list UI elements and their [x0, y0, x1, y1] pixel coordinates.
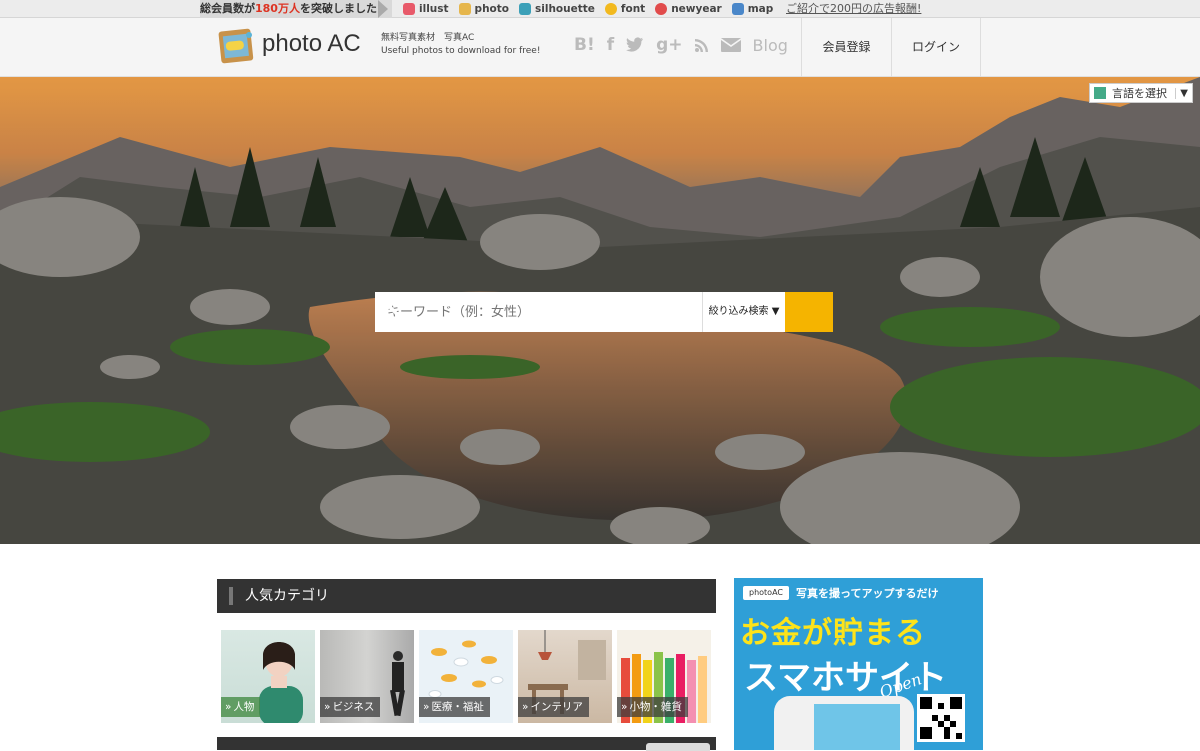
- top-promo-bar: 総会員数が180万人を突破しました! illust photo silhouet…: [0, 0, 1200, 18]
- site-logo-text[interactable]: photo AC: [262, 30, 361, 58]
- category-goods[interactable]: » 小物・雑貨: [617, 630, 711, 723]
- category-label: » 小物・雑貨: [617, 697, 688, 717]
- search-icon: [377, 294, 398, 315]
- category-label: » インテリア: [518, 697, 589, 717]
- login-button[interactable]: ログイン: [891, 18, 981, 77]
- font-icon: [604, 3, 617, 15]
- arrow-divider: [378, 0, 388, 18]
- qr-code-pattern: [920, 697, 962, 739]
- member-count-suffix: を突破しました!: [299, 2, 382, 15]
- google-plus-icon[interactable]: g+: [656, 35, 682, 55]
- site-link-map[interactable]: map: [727, 0, 779, 18]
- search-button[interactable]: [377, 292, 833, 332]
- search-input[interactable]: [375, 292, 702, 332]
- site-header: photo AC 無料写真素材 写真AC Useful photos to do…: [0, 18, 1200, 77]
- site-link-font[interactable]: font: [600, 0, 650, 18]
- category-interior[interactable]: » インテリア: [518, 630, 612, 723]
- language-label: 言語を選択: [1112, 87, 1167, 100]
- search-bar: 絞り込み検索 ▼: [375, 292, 833, 332]
- language-selector[interactable]: 言語を選択 ▼: [1089, 83, 1193, 103]
- social-links: B! f g+ Blog: [574, 35, 788, 55]
- google-translate-icon: [1094, 87, 1106, 99]
- category-label-text: 人物: [233, 701, 255, 713]
- category-label-text: ビジネス: [332, 701, 375, 713]
- category-grid: » 人物 » ビジネス » 医療・福祉 » インテリア » 小物・雑貨: [221, 630, 711, 723]
- tagline-en: Useful photos to download for free!: [381, 46, 541, 56]
- facebook-icon[interactable]: f: [607, 35, 614, 55]
- site-label: newyear: [671, 3, 722, 15]
- smartphone-illustration: [774, 696, 914, 750]
- register-button[interactable]: 会員登録: [801, 18, 891, 77]
- site-label: silhouette: [535, 3, 595, 15]
- ad-headline: お金が貯まる: [740, 616, 926, 651]
- member-count-prefix: 総会員数が: [200, 2, 255, 15]
- category-label-text: 医療・福祉: [431, 701, 484, 713]
- hero-banner: 言語を選択 ▼ 絞り込み検索 ▼: [0, 77, 1200, 544]
- mail-icon[interactable]: [720, 38, 741, 52]
- filter-search-dropdown[interactable]: 絞り込み検索 ▼: [702, 292, 785, 332]
- site-label: font: [620, 3, 646, 15]
- site-label: illust: [419, 3, 449, 15]
- smartphone-site-ad-banner[interactable]: photoAC 写真を撮ってアップするだけ お金が貯まる スマホサイト Open: [734, 578, 983, 750]
- twitter-icon[interactable]: [626, 37, 644, 53]
- referral-promo-link[interactable]: ご紹介で200円の広告報酬!: [786, 0, 921, 18]
- map-icon: [731, 3, 744, 15]
- site-label: photo: [474, 3, 509, 15]
- member-count-banner: 総会員数が180万人を突破しました!: [200, 0, 392, 18]
- member-count-number: 180万人: [255, 2, 300, 15]
- site-link-illust[interactable]: illust: [398, 0, 454, 18]
- category-label: » 人物: [221, 697, 261, 717]
- ad-tagline: 写真を撮ってアップするだけ: [796, 587, 939, 600]
- silhouette-icon: [519, 3, 531, 15]
- ad-brand-tag: photoAC: [743, 586, 789, 600]
- site-link-silhouette[interactable]: silhouette: [514, 0, 600, 18]
- category-label-text: インテリア: [530, 701, 583, 713]
- category-label-text: 小物・雑貨: [629, 701, 682, 713]
- rss-icon[interactable]: [694, 38, 709, 52]
- header-nav: 会員登録 ログイン: [801, 18, 981, 77]
- category-people[interactable]: » 人物: [221, 630, 315, 723]
- chevron-down-icon: ▼: [1175, 87, 1192, 99]
- phone-screen: [814, 704, 900, 750]
- category-label: » 医療・福祉: [419, 697, 490, 717]
- category-business[interactable]: » ビジネス: [320, 630, 414, 723]
- photo-icon: [458, 3, 471, 15]
- site-tagline: 無料写真素材 写真AC Useful photos to download fo…: [381, 32, 540, 58]
- site-link-newyear[interactable]: newyear: [650, 0, 727, 18]
- qr-code-icon: [917, 694, 965, 742]
- photo-ac-logo-icon[interactable]: [216, 27, 256, 67]
- category-label: » ビジネス: [320, 697, 381, 717]
- site-link-photo[interactable]: photo: [454, 0, 514, 18]
- sister-sites-nav: illust photo silhouette font newyear map: [398, 0, 778, 18]
- category-medical-welfare[interactable]: » 医療・福祉: [419, 630, 513, 723]
- tagline-jp: 無料写真素材 写真AC: [381, 33, 475, 43]
- illust-icon: [403, 3, 415, 15]
- site-label: map: [747, 3, 774, 15]
- second-section-heading: [217, 737, 716, 751]
- blog-link[interactable]: Blog: [753, 36, 788, 55]
- popular-categories-heading: 人気カテゴリ: [217, 579, 716, 613]
- hatena-bookmark-icon[interactable]: B!: [574, 35, 595, 55]
- newyear-icon: [655, 3, 668, 15]
